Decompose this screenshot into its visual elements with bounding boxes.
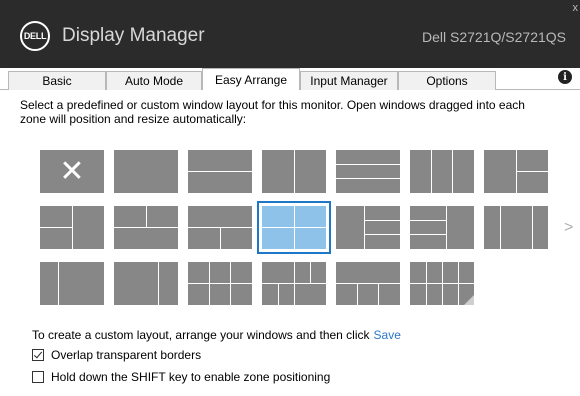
overlap-borders-option[interactable]: Overlap transparent borders [32, 348, 201, 362]
info-icon[interactable]: i [558, 70, 572, 84]
layout-wide-narrow[interactable] [114, 262, 178, 305]
layout-mixed-grid[interactable] [262, 262, 326, 305]
overlap-borders-label: Overlap transparent borders [51, 348, 202, 362]
tab-easy-arrange[interactable]: Easy Arrange [202, 68, 300, 90]
layout-grid: ✕ [36, 148, 556, 308]
layout-three-rows[interactable] [336, 150, 400, 193]
close-icon: ✕ [59, 155, 85, 188]
tab-options[interactable]: Options [398, 71, 496, 90]
resize-corner-icon [464, 295, 474, 305]
app-title: Display Manager [62, 25, 205, 46]
shift-key-checkbox[interactable] [32, 371, 44, 383]
tab-auto-mode[interactable]: Auto Mode [106, 71, 202, 90]
shift-key-option[interactable]: Hold down the SHIFT key to enable zone p… [32, 370, 330, 384]
layout-top-bottom-split[interactable] [188, 206, 252, 249]
layout-two-rows[interactable] [188, 150, 252, 193]
shift-key-label: Hold down the SHIFT key to enable zone p… [51, 370, 331, 384]
layout-top-split-bottom[interactable] [114, 206, 178, 249]
layout-clear[interactable]: ✕ [40, 150, 104, 193]
layout-top-three-bottom[interactable] [336, 262, 400, 305]
layout-three-columns[interactable] [410, 150, 474, 193]
layout-wide-center[interactable] [484, 206, 548, 249]
layout-left-right-split[interactable] [484, 150, 548, 193]
layout-two-columns[interactable] [262, 150, 326, 193]
close-icon[interactable]: x [573, 3, 579, 14]
layout-left-split-right[interactable] [40, 206, 104, 249]
instruction-text: Select a predefined or custom window lay… [20, 98, 525, 126]
custom-layout-hint: To create a custom layout, arrange your … [32, 328, 401, 342]
layout-six-grid[interactable] [188, 262, 252, 305]
layout-full[interactable] [114, 150, 178, 193]
tab-bar: Basic Auto Mode Easy Arrange Input Manag… [0, 68, 580, 90]
overlap-borders-checkbox[interactable] [32, 349, 44, 361]
title-bar: DELL Display Manager Dell S2721Q/S2721QS… [0, 0, 580, 68]
chevron-right-icon[interactable]: > [564, 219, 573, 237]
save-link[interactable]: Save [374, 328, 401, 342]
monitor-model: Dell S2721Q/S2721QS [422, 29, 566, 45]
dell-logo: DELL [20, 21, 50, 51]
layout-eight-grid[interactable] [410, 262, 474, 305]
layout-quad-selected[interactable] [257, 201, 331, 254]
layout-left-three-right[interactable] [410, 206, 474, 249]
layout-narrow-wide[interactable] [40, 262, 104, 305]
tab-input-manager[interactable]: Input Manager [300, 71, 398, 90]
custom-layout-text: To create a custom layout, arrange your … [32, 328, 370, 342]
tab-basic[interactable]: Basic [8, 71, 106, 90]
layout-left-right-three[interactable] [336, 206, 400, 249]
